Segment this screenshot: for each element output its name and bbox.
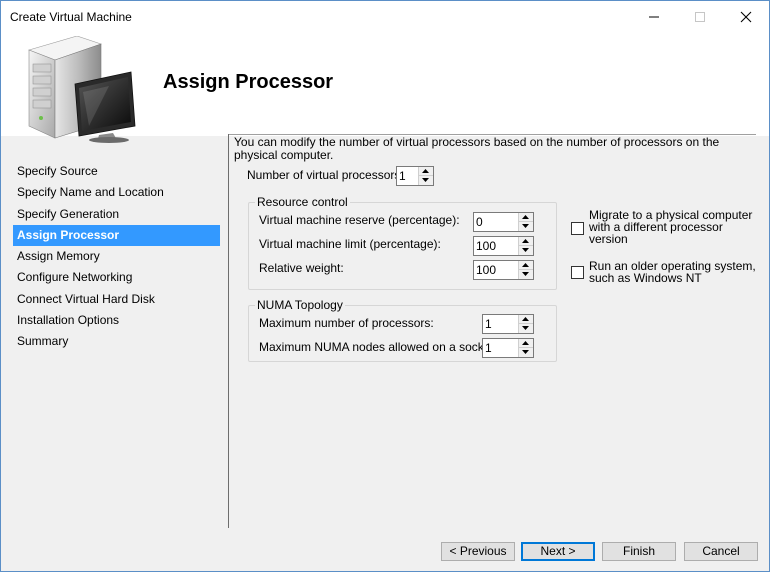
spin-up-button[interactable] — [519, 261, 533, 270]
spin-up-arrow-icon — [522, 317, 529, 321]
max-processors-value[interactable]: 1 — [485, 317, 492, 331]
nav-item-installation-options[interactable]: Installation Options — [13, 310, 220, 331]
weight-spinner[interactable]: 100 — [473, 260, 534, 280]
resource-control-title: Resource control — [255, 195, 350, 209]
spin-down-button[interactable] — [419, 176, 433, 185]
maximize-icon — [695, 12, 705, 22]
max-processors-spinner[interactable]: 1 — [482, 314, 534, 334]
title-bar: Create Virtual Machine — [1, 1, 769, 32]
spin-down-button[interactable] — [519, 324, 533, 333]
spin-down-button[interactable] — [519, 348, 533, 357]
previous-button[interactable]: < Previous — [441, 542, 515, 561]
limit-value[interactable]: 100 — [476, 239, 496, 253]
spin-arrows — [418, 167, 433, 185]
reserve-spinner[interactable]: 0 — [473, 212, 534, 232]
close-button[interactable] — [723, 1, 769, 32]
create-vm-window: Create Virtual Machine Assign Processor … — [0, 0, 770, 572]
server-computer-icon — [28, 36, 136, 143]
spin-up-arrow-icon — [522, 239, 529, 243]
spin-down-arrow-icon — [522, 224, 529, 228]
older-os-checkbox[interactable] — [571, 266, 584, 279]
numa-topology-title: NUMA Topology — [255, 298, 345, 312]
close-icon — [740, 11, 752, 23]
window-title: Create Virtual Machine — [10, 10, 132, 24]
spin-down-arrow-icon — [522, 350, 529, 354]
spin-up-arrow-icon — [422, 169, 429, 173]
header-area: Assign Processor — [1, 32, 769, 143]
spin-up-button[interactable] — [519, 213, 533, 222]
migrate-checkbox[interactable] — [571, 222, 584, 235]
content-left-divider — [228, 134, 229, 528]
cancel-button[interactable]: Cancel — [684, 542, 758, 561]
spin-arrows — [518, 237, 533, 255]
spin-up-button[interactable] — [519, 315, 533, 324]
spin-down-arrow-icon — [422, 178, 429, 182]
max-nodes-value[interactable]: 1 — [485, 341, 492, 355]
nav-item-specify-source[interactable]: Specify Source — [13, 161, 220, 182]
nav-item-connect-virtual-hard-disk[interactable]: Connect Virtual Hard Disk — [13, 289, 220, 310]
spin-down-button[interactable] — [519, 222, 533, 231]
spin-arrows — [518, 261, 533, 279]
reserve-label: Virtual machine reserve (percentage): — [259, 213, 460, 227]
minimize-icon — [649, 16, 659, 18]
spin-down-arrow-icon — [522, 248, 529, 252]
nav-item-specify-name-location[interactable]: Specify Name and Location — [13, 182, 220, 203]
maximize-button — [677, 1, 723, 32]
spin-arrows — [518, 315, 533, 333]
max-nodes-label: Maximum NUMA nodes allowed on a socket — [259, 340, 482, 354]
spin-down-button[interactable] — [519, 246, 533, 255]
spin-down-button[interactable] — [519, 270, 533, 279]
nav-item-summary[interactable]: Summary — [13, 331, 220, 352]
spin-up-button[interactable] — [419, 167, 433, 176]
limit-spinner[interactable]: 100 — [473, 236, 534, 256]
spin-arrows — [518, 213, 533, 231]
wizard-nav: Specify Source Specify Name and Location… — [13, 161, 220, 353]
limit-label: Virtual machine limit (percentage): — [259, 237, 441, 251]
max-nodes-spinner[interactable]: 1 — [482, 338, 534, 358]
migrate-label: Migrate to a physical computer with a di… — [589, 208, 753, 246]
virtual-processors-label: Number of virtual processors — [247, 168, 401, 182]
weight-label: Relative weight: — [259, 261, 344, 275]
spin-up-arrow-icon — [522, 215, 529, 219]
spin-up-button[interactable] — [519, 237, 533, 246]
next-button[interactable]: Next > — [521, 542, 595, 561]
weight-value[interactable]: 100 — [476, 263, 496, 277]
spin-up-button[interactable] — [519, 339, 533, 348]
spin-down-arrow-icon — [522, 272, 529, 276]
max-processors-label: Maximum number of processors: — [259, 316, 434, 330]
spin-arrows — [518, 339, 533, 357]
spin-down-arrow-icon — [522, 326, 529, 330]
page-title: Assign Processor — [163, 71, 334, 93]
nav-item-configure-networking[interactable]: Configure Networking — [13, 267, 220, 288]
spin-up-arrow-icon — [522, 341, 529, 345]
nav-item-specify-generation[interactable]: Specify Generation — [13, 204, 220, 225]
spin-up-arrow-icon — [522, 263, 529, 267]
older-os-label: Run an older operating system, such as W… — [589, 259, 756, 285]
nav-item-assign-memory[interactable]: Assign Memory — [13, 246, 220, 267]
reserve-value[interactable]: 0 — [476, 215, 483, 229]
nav-item-assign-processor[interactable]: Assign Processor — [13, 224, 220, 247]
virtual-processors-value[interactable]: 1 — [399, 169, 406, 183]
minimize-button[interactable] — [631, 1, 677, 32]
page-description: You can modify the number of virtual pro… — [234, 135, 720, 162]
virtual-processors-spinner[interactable]: 1 — [396, 166, 434, 186]
finish-button[interactable]: Finish — [602, 542, 676, 561]
